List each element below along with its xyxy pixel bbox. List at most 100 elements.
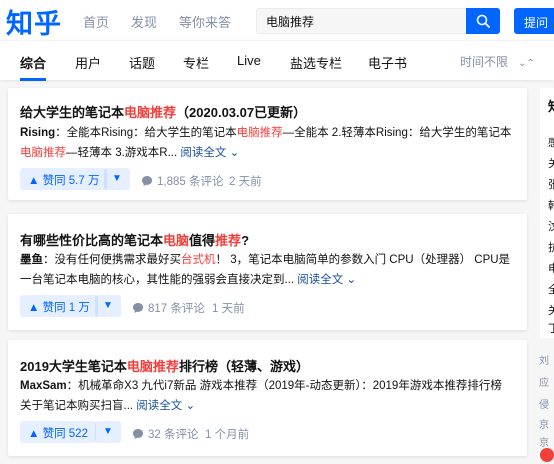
result-excerpt[interactable]: 墨鱼：没有任何便携需求最好买台式机！ 3，笔记本电脑简单的参数入门 CPU（处理… bbox=[20, 250, 515, 290]
footer-link[interactable]: 京 bbox=[539, 416, 549, 431]
upvote-button[interactable]: ▲ 赞同 1 万 bbox=[20, 295, 98, 317]
post-time: 1 天前 bbox=[212, 303, 245, 315]
tab-live[interactable]: Live bbox=[237, 53, 261, 68]
chevron-down-icon: ⌄ bbox=[346, 274, 357, 286]
read-more-label: 阅读全文 bbox=[297, 274, 344, 286]
title-highlight: 电脑推荐 bbox=[126, 359, 179, 374]
tab-users[interactable]: 用户 bbox=[75, 53, 101, 72]
comment-count: 817 条评论 bbox=[148, 303, 205, 315]
ask-question-button[interactable]: 提问 bbox=[514, 8, 554, 34]
upvote-button[interactable]: ▲ 赞同 5.7 万 bbox=[20, 168, 108, 190]
excerpt-highlight: 台式机 bbox=[181, 254, 216, 266]
footer-link[interactable]: 刘 bbox=[539, 352, 549, 367]
title-highlight: 电脑 bbox=[163, 233, 190, 248]
footer-link[interactable]: 应 bbox=[539, 374, 549, 389]
result-title[interactable]: 2019大学生笔记本电脑推荐排行榜（轻薄、游戏） bbox=[20, 356, 309, 375]
downvote-button[interactable]: ▼ bbox=[95, 295, 121, 317]
search-type-tabs: 综合 用户 话题 专栏 Live 盐选专栏 电子书 时间不限 ⌄⌃ bbox=[0, 40, 554, 81]
sidebar-item[interactable]: 全 bbox=[548, 281, 554, 297]
tab-salt-columns[interactable]: 盐选专栏 bbox=[290, 53, 342, 72]
chevron-down-icon: ⌄ bbox=[229, 147, 240, 159]
top-bar: 知乎 首页 发现 等你来答 提问 bbox=[0, 0, 554, 40]
search-result-card: 有哪些性价比高的笔记本电脑值得推荐? 墨鱼：没有任何便携需求最好买台式机！ 3，… bbox=[8, 214, 527, 330]
upvote-button[interactable]: ▲ 赞同 522 bbox=[20, 421, 96, 443]
result-title[interactable]: 给大学生的笔记本电脑推荐（2020.03.07已更新） bbox=[20, 102, 306, 121]
comments-link[interactable]: 32 条评论 bbox=[132, 426, 199, 442]
read-more-link[interactable]: 阅读全文 ⌄ bbox=[180, 147, 239, 159]
triangle-down-icon: ▼ bbox=[103, 426, 113, 437]
active-tab-indicator bbox=[20, 78, 46, 81]
zhihu-logo[interactable]: 知乎 bbox=[6, 2, 62, 41]
triangle-down-icon: ▼ bbox=[112, 173, 122, 184]
footer-link[interactable]: 侵 bbox=[539, 396, 549, 411]
author-name: 墨鱼 bbox=[20, 254, 43, 266]
result-excerpt[interactable]: Rising：全能本Rising：给大学生的笔记本电脑推荐—全能本 2.轻薄本R… bbox=[20, 123, 515, 163]
search-icon bbox=[476, 14, 490, 28]
title-text: ? bbox=[241, 233, 250, 248]
triangle-down-icon: ▼ bbox=[103, 300, 113, 311]
excerpt-text: ：没有任何便携需求最好买 bbox=[43, 254, 181, 266]
tab-columns[interactable]: 专栏 bbox=[183, 53, 209, 72]
sidebar-item[interactable]: 韩 bbox=[548, 197, 554, 213]
excerpt-text: —全能本 2.轻薄本Rising：给大学生的笔记本 bbox=[282, 127, 512, 139]
chevron-down-icon: ⌄ bbox=[185, 400, 196, 412]
sidebar-item[interactable]: 抗 bbox=[548, 239, 554, 255]
comments-link[interactable]: 817 条评论 bbox=[132, 300, 205, 316]
sidebar-item[interactable]: 关 bbox=[548, 155, 554, 171]
nav-home[interactable]: 首页 bbox=[83, 12, 109, 31]
search-result-card: 给大学生的笔记本电脑推荐（2020.03.07已更新） Rising：全能本Ri… bbox=[8, 88, 527, 200]
read-more-label: 阅读全文 bbox=[136, 400, 183, 412]
hot-search-sidebar: 知 感 关 张 韩 汶 抗 电 全 关 丁 bbox=[540, 88, 554, 338]
author-name: MaxSam bbox=[20, 380, 67, 392]
read-more-link[interactable]: 阅读全文 ⌄ bbox=[297, 274, 356, 286]
sidebar-item[interactable]: 张 bbox=[548, 176, 554, 192]
result-title[interactable]: 有哪些性价比高的笔记本电脑值得推荐? bbox=[20, 230, 249, 249]
time-filter-select[interactable]: 时间不限 ⌄⌃ bbox=[460, 53, 535, 70]
post-time: 2 天前 bbox=[229, 176, 262, 188]
author-name: Rising bbox=[20, 127, 56, 139]
excerpt-text: ：机械革命X3 九代i7新品 游戏本推荐（2019年-动态更新）：2019年游戏… bbox=[20, 380, 502, 412]
title-highlight: 推荐 bbox=[215, 233, 242, 248]
time-filter-label: 时间不限 bbox=[460, 55, 509, 69]
excerpt-highlight: 电脑推荐 bbox=[236, 127, 283, 139]
title-text: 给大学生的笔记本 bbox=[20, 105, 125, 120]
downvote-button[interactable]: ▼ bbox=[104, 168, 130, 190]
comment-icon bbox=[133, 429, 143, 439]
sidebar-heading: 知 bbox=[548, 96, 554, 115]
title-text: 2019大学生笔记本 bbox=[20, 359, 127, 374]
result-excerpt[interactable]: MaxSam：机械革命X3 九代i7新品 游戏本推荐（2019年-动态更新）：2… bbox=[20, 376, 515, 416]
tab-ebooks[interactable]: 电子书 bbox=[368, 53, 407, 72]
title-text: 排行榜（轻薄、游戏） bbox=[178, 359, 309, 374]
search-result-card: 2019大学生笔记本电脑推荐排行榜（轻薄、游戏） MaxSam：机械革命X3 九… bbox=[8, 340, 527, 456]
excerpt-text: ：全能本Rising：给大学生的笔记本 bbox=[55, 127, 237, 139]
footer-link[interactable]: 京 bbox=[539, 434, 549, 449]
read-more-label: 阅读全文 bbox=[180, 147, 227, 159]
sidebar-item[interactable]: 汶 bbox=[548, 218, 554, 234]
post-time: 1 个月前 bbox=[205, 429, 250, 441]
title-text: 值得 bbox=[189, 233, 216, 248]
nav-waiting-answers[interactable]: 等你来答 bbox=[179, 12, 231, 31]
tab-topics[interactable]: 话题 bbox=[129, 53, 155, 72]
title-text: （2020.03.07已更新） bbox=[176, 105, 307, 120]
title-highlight: 电脑推荐 bbox=[124, 105, 177, 120]
sidebar-item[interactable]: 关 bbox=[548, 302, 554, 318]
police-badge-icon bbox=[540, 448, 554, 462]
tab-all[interactable]: 综合 bbox=[20, 53, 46, 72]
excerpt-highlight: 电脑推荐 bbox=[20, 147, 66, 159]
excerpt-text: —轻薄本 3.游戏本R... bbox=[66, 147, 181, 159]
comment-count: 1,885 条评论 bbox=[157, 176, 224, 188]
nav-discover[interactable]: 发现 bbox=[131, 12, 157, 31]
sidebar-item[interactable]: 丁 bbox=[548, 320, 554, 336]
downvote-button[interactable]: ▼ bbox=[95, 421, 121, 443]
sidebar-item[interactable]: 感 bbox=[548, 134, 554, 150]
comment-count: 32 条评论 bbox=[148, 429, 199, 441]
sidebar-item[interactable]: 电 bbox=[548, 260, 554, 276]
search-input[interactable] bbox=[256, 8, 468, 34]
comment-icon bbox=[133, 303, 143, 313]
sort-chevron-icon: ⌄⌃ bbox=[518, 58, 535, 69]
read-more-link[interactable]: 阅读全文 ⌄ bbox=[136, 400, 195, 412]
title-text: 有哪些性价比高的笔记本 bbox=[20, 233, 164, 248]
search-button[interactable] bbox=[466, 8, 500, 34]
comments-link[interactable]: 1,885 条评论 bbox=[141, 173, 223, 189]
comment-icon bbox=[142, 176, 152, 186]
